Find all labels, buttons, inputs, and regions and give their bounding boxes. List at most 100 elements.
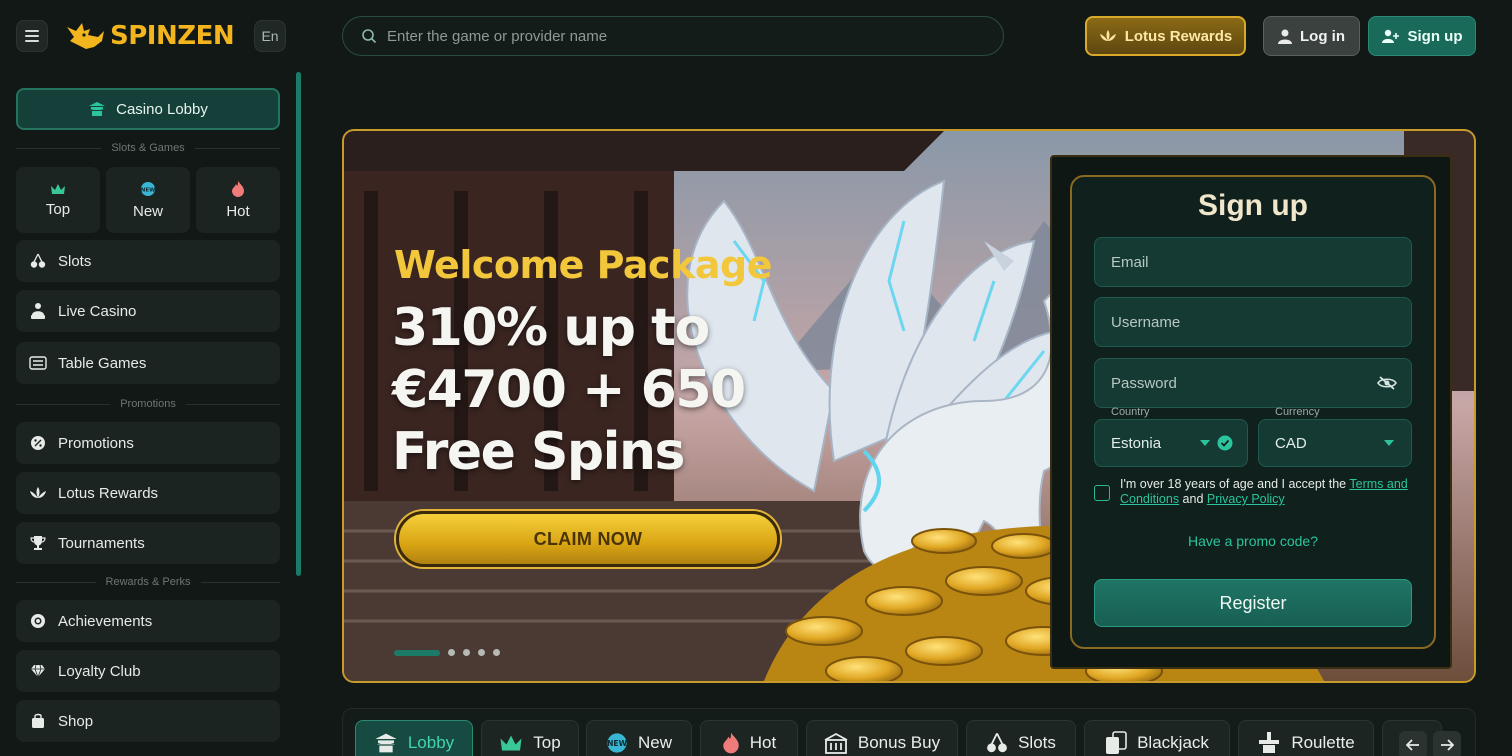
bonus-buy-icon — [824, 732, 848, 754]
sidebar-item-shop[interactable]: Shop — [16, 700, 280, 742]
tab-roulette[interactable]: Roulette — [1238, 720, 1374, 756]
sidebar-item-achievements[interactable]: Achievements — [16, 600, 280, 642]
carousel-dot-2[interactable] — [448, 649, 455, 656]
sidebar-item-label: Promotions — [58, 434, 134, 452]
cards-icon — [1106, 731, 1127, 754]
search-icon — [362, 29, 377, 44]
sidebar-item-live-casino[interactable]: Live Casino — [16, 290, 280, 332]
register-button[interactable]: Register — [1094, 579, 1412, 627]
terms-text: I'm over 18 years of age and I accept th… — [1120, 477, 1414, 507]
carousel-dot-3[interactable] — [463, 649, 470, 656]
chevron-down-icon — [1200, 440, 1210, 446]
sidebar-item-promotions[interactable]: Promotions — [16, 422, 280, 464]
tab-label: Hot — [749, 733, 777, 752]
fox-logo-icon — [67, 23, 104, 49]
tile-hot[interactable]: Hot — [196, 167, 280, 233]
tile-top[interactable]: Top — [16, 167, 100, 233]
promo-code-link[interactable]: Have a promo code? — [1072, 533, 1434, 549]
scroll-right-button[interactable] — [1433, 731, 1461, 756]
percent-icon — [28, 433, 48, 453]
arrow-right-icon — [1441, 739, 1454, 751]
sidebar: Casino Lobby Slots & Games Top NEW New H… — [0, 72, 301, 756]
sidebar-item-lotus-rewards[interactable]: Lotus Rewards — [16, 472, 280, 514]
svg-text:NEW: NEW — [607, 739, 627, 748]
lotus-icon — [28, 483, 48, 503]
tab-blackjack[interactable]: Blackjack — [1084, 720, 1230, 756]
hero-offer: 310% up to €4700 + 650 Free Spins — [392, 297, 912, 483]
sidebar-item-label: Loyalty Club — [58, 662, 141, 680]
tab-slots[interactable]: Slots — [966, 720, 1076, 756]
section-label-promotions-text: Promotions — [120, 398, 176, 410]
country-select[interactable]: Country Estonia — [1094, 406, 1248, 467]
header: SPINZEN En Lotus Rewards Log in Sign up — [0, 0, 1512, 72]
hero-offer-line-1: 310% up to — [392, 298, 710, 358]
carousel-dot-5[interactable] — [493, 649, 500, 656]
crown-icon — [500, 735, 522, 751]
sidebar-item-label: Live Casino — [58, 302, 137, 320]
flame-icon — [723, 732, 739, 754]
pagoda-icon — [375, 733, 397, 753]
terms-checkbox[interactable] — [1094, 485, 1110, 501]
casino-lobby-label: Casino Lobby — [116, 100, 208, 118]
signup-button[interactable]: Sign up — [1368, 16, 1476, 56]
logo[interactable]: SPINZEN — [64, 18, 235, 54]
lotus-rewards-button[interactable]: Lotus Rewards — [1085, 16, 1246, 56]
section-label-games: Slots & Games — [16, 141, 280, 155]
sidebar-item-loyalty-club[interactable]: Loyalty Club — [16, 650, 280, 692]
section-label-games-text: Slots & Games — [111, 142, 185, 154]
password-input[interactable] — [1111, 374, 1377, 392]
casino-lobby-button[interactable]: Casino Lobby — [16, 88, 280, 130]
lotus-icon — [1099, 30, 1116, 41]
signup-title: Sign up — [1198, 189, 1308, 222]
username-input[interactable] — [1111, 313, 1411, 331]
language-selector[interactable]: En — [254, 20, 286, 52]
login-button[interactable]: Log in — [1263, 16, 1360, 56]
username-field[interactable] — [1094, 297, 1412, 347]
login-label: Log in — [1300, 27, 1345, 45]
tab-bonus-buy[interactable]: Bonus Buy — [806, 720, 958, 756]
password-field[interactable] — [1094, 358, 1412, 408]
sidebar-item-tournaments[interactable]: Tournaments — [16, 522, 280, 564]
email-field[interactable] — [1094, 237, 1412, 287]
section-label-rewards: Rewards & Perks — [16, 575, 280, 589]
roulette-icon — [1259, 732, 1280, 753]
claim-now-button[interactable]: CLAIM NOW — [396, 511, 780, 567]
tab-top[interactable]: Top — [481, 720, 579, 756]
sidebar-item-slots[interactable]: Slots — [16, 240, 280, 282]
dealer-icon — [28, 301, 48, 321]
tab-hot[interactable]: Hot — [700, 720, 798, 756]
sidebar-item-label: Achievements — [58, 612, 153, 630]
tab-new[interactable]: NEW New — [586, 720, 692, 756]
tile-new[interactable]: NEW New — [106, 167, 190, 233]
tab-label: Slots — [1018, 733, 1056, 752]
sidebar-item-table-games[interactable]: Table Games — [16, 342, 280, 384]
hero-offer-line-2: €4700 + 650 — [392, 360, 746, 420]
tab-label: Roulette — [1291, 733, 1355, 752]
search-input[interactable] — [387, 27, 1003, 45]
privacy-link[interactable]: Privacy Policy — [1207, 492, 1285, 506]
medal-icon — [28, 611, 48, 631]
terms-prefix: I'm over 18 years of age and I accept th… — [1120, 477, 1350, 491]
sidebar-scrollbar[interactable] — [296, 72, 301, 576]
carousel-dot-1[interactable] — [394, 649, 440, 656]
add-user-icon — [1381, 29, 1399, 43]
country-value: Estonia — [1111, 434, 1162, 452]
signup-label: Sign up — [1407, 27, 1463, 45]
currency-label: Currency — [1275, 406, 1320, 418]
hero-banner: Welcome Package 310% up to €4700 + 650 F… — [342, 129, 1476, 683]
email-input[interactable] — [1111, 253, 1411, 271]
hero-title: Welcome Package — [394, 243, 772, 287]
eye-off-icon[interactable] — [1377, 375, 1397, 391]
carousel-dot-4[interactable] — [478, 649, 485, 656]
new-badge-icon: NEW — [141, 181, 155, 196]
sidebar-item-label: Slots — [58, 252, 92, 270]
currency-select[interactable]: Currency CAD — [1258, 406, 1412, 467]
scroll-left-button[interactable] — [1399, 731, 1427, 756]
sidebar-item-label: Lotus Rewards — [58, 484, 159, 502]
menu-icon[interactable] — [16, 20, 48, 52]
svg-text:NEW: NEW — [141, 187, 155, 193]
arrow-left-icon — [1406, 739, 1419, 751]
tab-lobby[interactable]: Lobby — [355, 720, 473, 756]
search-bar[interactable] — [342, 16, 1004, 56]
tile-hot-label: Hot — [226, 202, 250, 220]
